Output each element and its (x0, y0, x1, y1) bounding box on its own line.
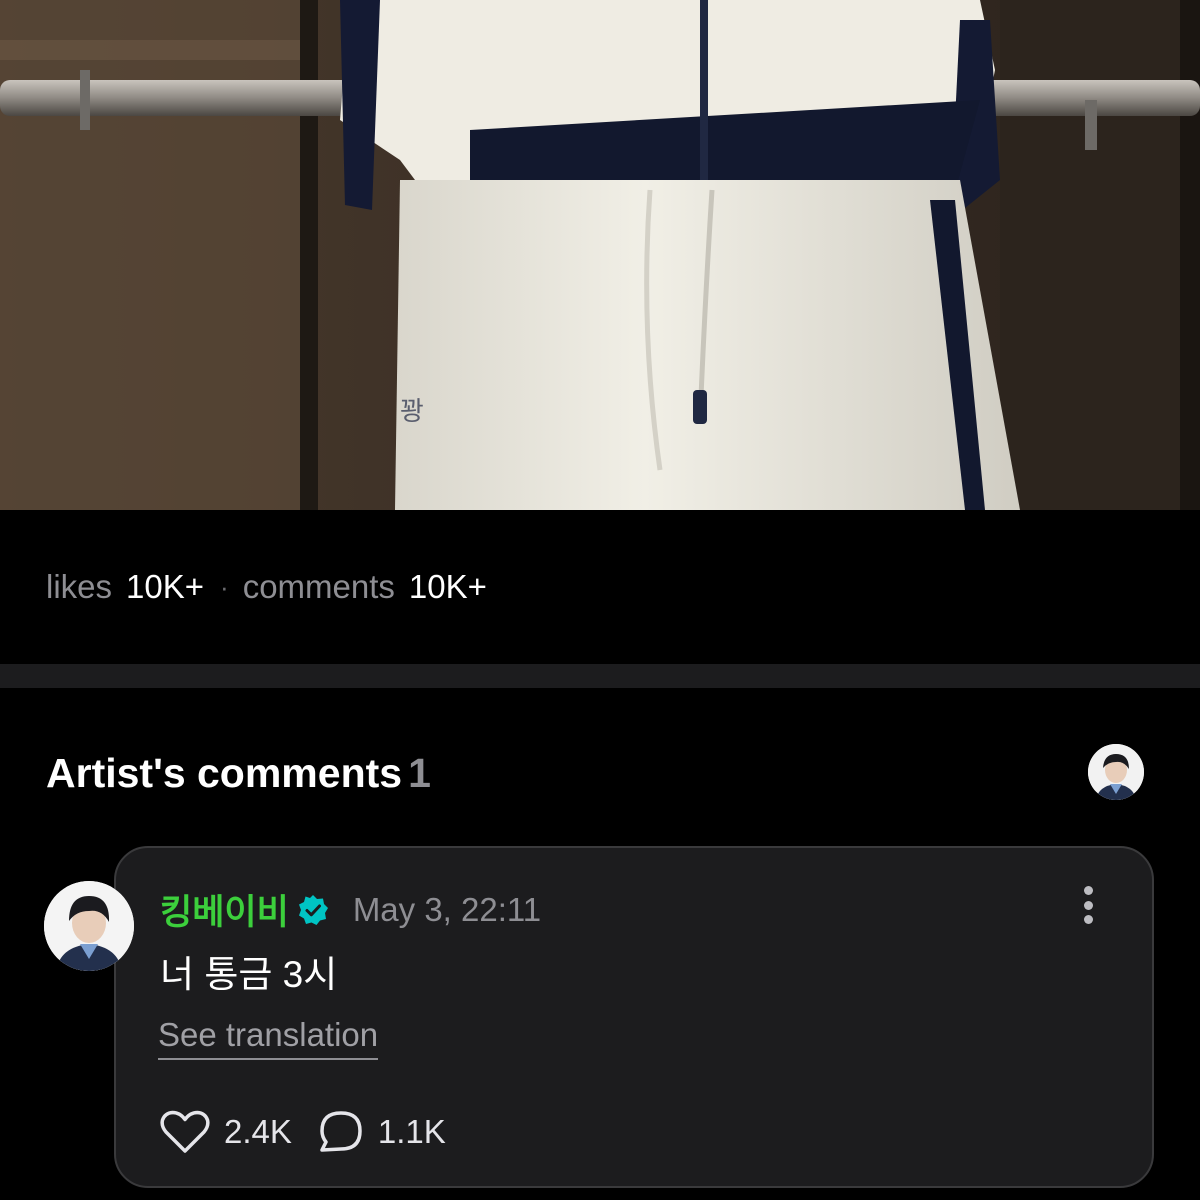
comments-count[interactable]: 10K+ (409, 568, 487, 606)
comment-bubble-icon[interactable] (318, 1110, 364, 1154)
likes-label: likes (46, 568, 113, 605)
post-photo[interactable]: 꽝 (0, 0, 1200, 510)
verified-badge-icon (298, 894, 328, 925)
section-divider (0, 664, 1200, 688)
svg-text:꽝: 꽝 (400, 397, 424, 427)
like-count: 2.4K (224, 1113, 292, 1150)
comment-actions: 2.4K 1.1K (160, 1110, 446, 1154)
reply-count: 1.1K (377, 1113, 446, 1150)
artist-avatar-filter[interactable] (1088, 744, 1144, 800)
artist-comments-title: Artist's comments 1 (46, 750, 431, 797)
artist-comments-label: Artist's comments (46, 750, 403, 796)
comments-label: comments (242, 568, 395, 605)
post-detail-screen: 꽝 likes 10K+ · comments 10K+ Artist's co… (0, 0, 1200, 1200)
stats-separator: · (220, 571, 229, 602)
comment-timestamp: May 3, 22:11 (352, 890, 542, 928)
heart-icon[interactable] (160, 1110, 210, 1154)
comment-header: 킹베이비 May 3, 22:11 (160, 884, 541, 935)
likes-count[interactable]: 10K+ (126, 568, 204, 606)
more-vertical-icon[interactable] (1080, 886, 1096, 924)
comment-author-avatar[interactable] (44, 881, 134, 971)
artist-comment-card[interactable]: 킹베이비 May 3, 22:11 너 통금 3시 See translatio… (114, 846, 1154, 1188)
comment-author-name[interactable]: 킹베이비 (160, 884, 289, 935)
see-translation-link[interactable]: See translation (158, 1016, 379, 1060)
comment-body: 너 통금 3시 (160, 954, 338, 995)
reply-group[interactable]: 1.1K (318, 1110, 446, 1154)
artist-comments-count: 1 (408, 750, 431, 796)
post-stats: likes 10K+ · comments 10K+ (46, 568, 487, 606)
